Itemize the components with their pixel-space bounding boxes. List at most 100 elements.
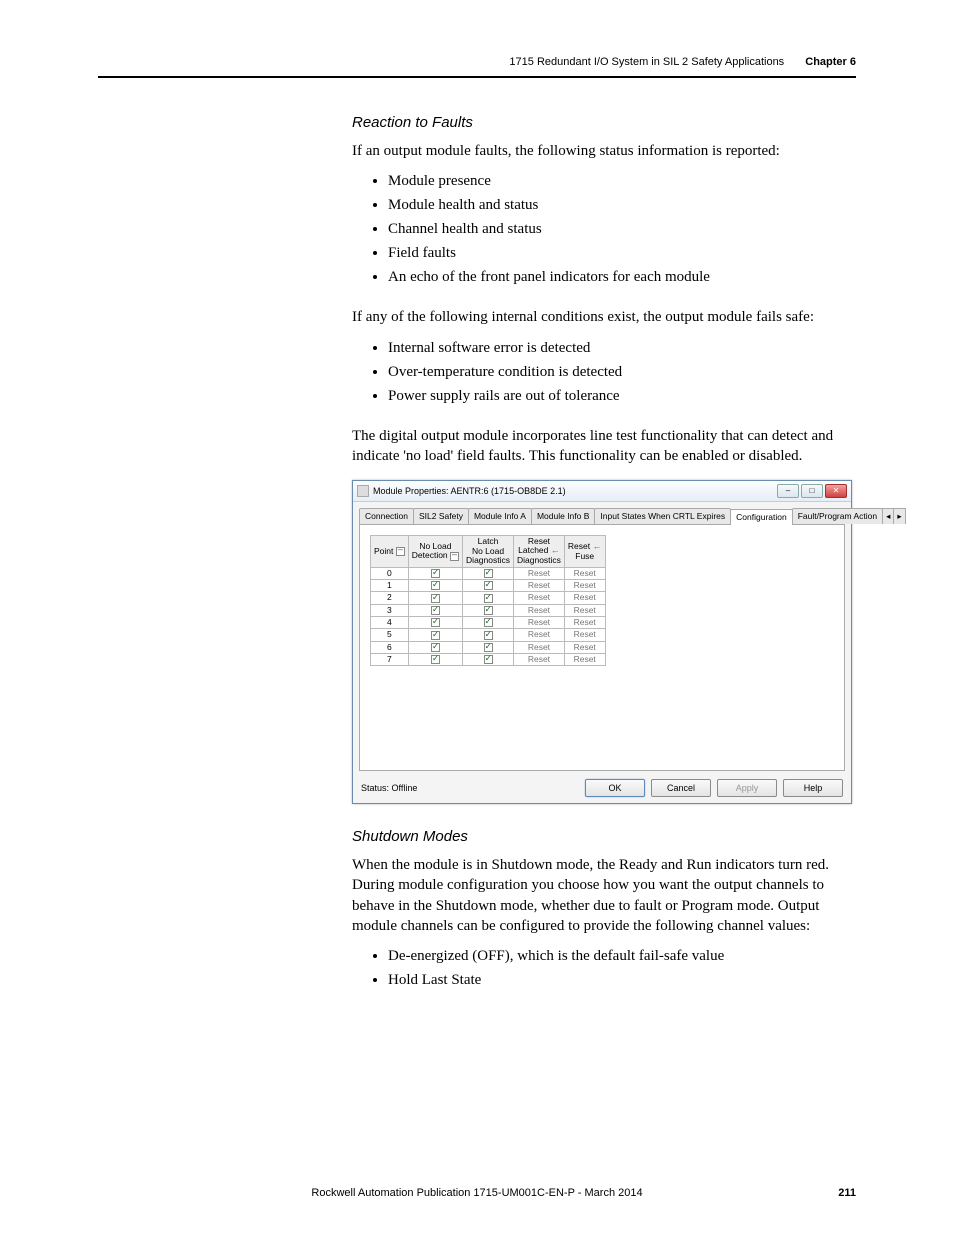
list-status-info: Module presence Module health and status… [388,169,856,289]
checkbox-latch[interactable] [484,631,493,640]
cell-no-load [408,653,462,665]
cell-reset-fuse[interactable]: Reset [564,616,605,628]
cell-reset-latched[interactable]: Reset [513,629,564,641]
cell-reset-latched[interactable]: Reset [513,604,564,616]
table-row: 5 ResetReset [371,629,606,641]
cell-reset-latched[interactable]: Reset [513,616,564,628]
dialog-titlebar[interactable]: Module Properties: AENTR:6 (1715-OB8DE 2… [353,481,851,502]
cell-no-load [408,567,462,579]
para-failsafe-intro: If any of the following internal conditi… [352,307,856,327]
tab-scroll-right-icon[interactable]: ▸ [893,508,905,524]
checkbox-latch[interactable] [484,655,493,664]
table-row: 7ResetReset [371,653,606,665]
cell-latch [463,653,514,665]
cell-reset-fuse[interactable]: Reset [564,653,605,665]
col-reset-latched: ResetLatched ←Diagnostics [513,536,564,568]
cell-point: 5 [371,629,409,641]
checkbox-no-load[interactable] [431,569,440,578]
cell-point: 2 [371,592,409,604]
cancel-button[interactable]: Cancel [651,779,711,797]
checkbox-latch[interactable] [484,618,493,627]
checkbox-latch[interactable] [484,569,493,578]
tab-connection[interactable]: Connection [359,508,414,524]
configuration-table: Point No LoadDetection LatchNo LoadDiagn… [370,535,606,666]
col-point: Point [371,536,409,568]
checkbox-latch[interactable] [484,581,493,590]
cell-point: 0 [371,567,409,579]
minimize-button[interactable]: – [777,484,799,498]
checkbox-no-load[interactable] [431,594,440,603]
cell-reset-latched[interactable]: Reset [513,653,564,665]
checkbox-no-load[interactable] [431,631,440,640]
table-row: 6 ResetReset [371,641,606,653]
cell-latch [463,629,514,641]
cell-reset-fuse[interactable]: Reset [564,604,605,616]
cell-reset-latched[interactable]: Reset [513,579,564,591]
cell-latch [463,641,514,653]
list-item: Power supply rails are out of tolerance [388,384,856,408]
section-heading-shutdown: Shutdown Modes [352,828,856,845]
cell-reset-fuse[interactable]: Reset [564,629,605,641]
list-item: Field faults [388,241,856,265]
checkbox-latch[interactable] [484,606,493,615]
footer-text: Rockwell Automation Publication 1715-UM0… [311,1187,642,1199]
checkbox-no-load[interactable] [431,581,440,590]
help-button[interactable]: Help [783,779,843,797]
reset-arrow-icon[interactable]: ← [593,541,602,551]
tab-module-info-b[interactable]: Module Info B [531,508,595,524]
checkbox-latch[interactable] [484,594,493,603]
cell-point: 1 [371,579,409,591]
cell-latch [463,579,514,591]
tab-module-info-a[interactable]: Module Info A [468,508,532,524]
header-check-icon[interactable] [450,552,459,561]
checkbox-latch[interactable] [484,643,493,652]
list-shutdown-values: De-energized (OFF), which is the default… [388,944,856,992]
table-row: 4ResetReset [371,616,606,628]
cell-latch [463,604,514,616]
maximize-button[interactable]: □ [801,484,823,498]
list-item: An echo of the front panel indicators fo… [388,265,856,289]
tab-sil2-safety[interactable]: SIL2 Safety [413,508,469,524]
list-item: Module presence [388,169,856,193]
list-item: Channel health and status [388,217,856,241]
page-number: 211 [838,1187,856,1199]
table-row: 1 ResetReset [371,579,606,591]
cell-reset-fuse[interactable]: Reset [564,592,605,604]
header-check-icon[interactable] [396,547,405,556]
checkbox-no-load[interactable] [431,643,440,652]
para-shutdown: When the module is in Shutdown mode, the… [352,855,856,936]
apply-button[interactable]: Apply [717,779,777,797]
col-no-load: No LoadDetection [408,536,462,568]
header-text: 1715 Redundant I/O System in SIL 2 Safet… [509,56,784,68]
checkbox-no-load[interactable] [431,618,440,627]
cell-point: 6 [371,641,409,653]
close-button[interactable]: ✕ [825,484,847,498]
para-line-test: The digital output module incorporates l… [352,426,856,467]
dialog-title: Module Properties: AENTR:6 (1715-OB8DE 2… [373,486,566,496]
header-chapter: Chapter 6 [805,56,856,68]
status-text: Status: Offline [361,783,417,793]
list-failsafe-conditions: Internal software error is detected Over… [388,336,856,408]
checkbox-no-load[interactable] [431,655,440,664]
col-reset-fuse: Reset ←Fuse [564,536,605,568]
list-item: Over-temperature condition is detected [388,360,856,384]
cell-no-load [408,579,462,591]
list-item: De-energized (OFF), which is the default… [388,944,856,968]
reset-arrow-icon[interactable]: ← [551,545,560,555]
tab-input-states[interactable]: Input States When CRTL Expires [594,508,731,524]
cell-no-load [408,616,462,628]
cell-reset-latched[interactable]: Reset [513,567,564,579]
cell-reset-fuse[interactable]: Reset [564,567,605,579]
header-rule [98,76,856,78]
cell-latch [463,592,514,604]
cell-reset-latched[interactable]: Reset [513,592,564,604]
tab-fault-program-action[interactable]: Fault/Program Action [792,508,883,524]
cell-reset-fuse[interactable]: Reset [564,641,605,653]
ok-button[interactable]: OK [585,779,645,797]
cell-reset-latched[interactable]: Reset [513,641,564,653]
cell-reset-fuse[interactable]: Reset [564,579,605,591]
cell-latch [463,567,514,579]
table-row: 3ResetReset [371,604,606,616]
tab-configuration[interactable]: Configuration [730,509,793,525]
checkbox-no-load[interactable] [431,606,440,615]
